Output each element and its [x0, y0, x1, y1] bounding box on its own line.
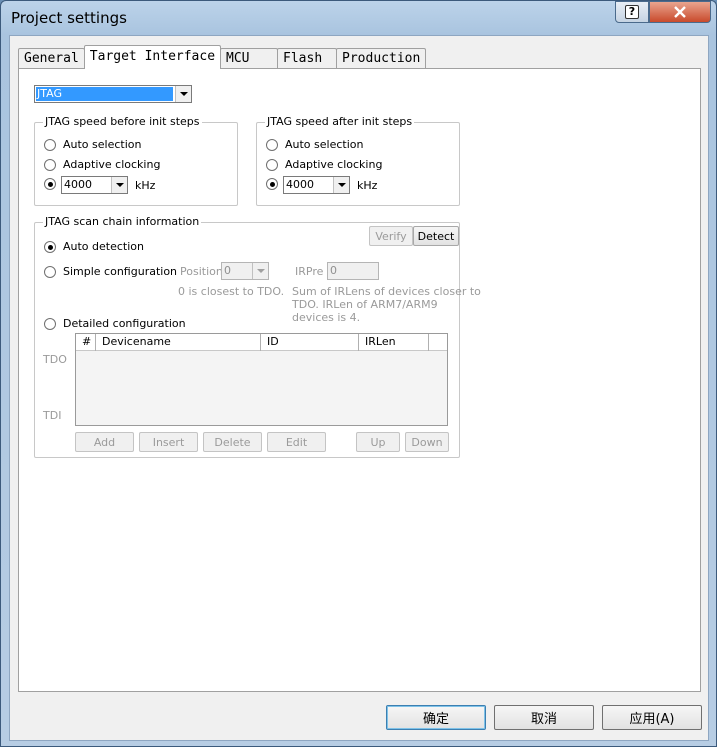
tab-target-interface[interactable]: Target Interface: [83, 45, 222, 69]
irpre-hint-line3: devices is 4.: [292, 311, 361, 324]
radio-indicator: [266, 178, 278, 190]
chevron-down-icon: [111, 177, 127, 193]
speed-after-value: 4000: [286, 178, 314, 191]
radio-indicator: [44, 240, 56, 253]
delete-button[interactable]: Delete: [203, 432, 262, 452]
detailed-configuration-label: Detailed configuration: [63, 317, 186, 330]
device-list-header: # Devicename ID IRLen: [76, 334, 447, 351]
window-title: Project settings: [11, 9, 127, 27]
irpre-hint-line2: TDO. IRLen of ARM7/ARM9: [292, 298, 438, 311]
speed-after-auto-label: Auto selection: [285, 138, 364, 151]
irpre-input[interactable]: 0: [327, 262, 379, 280]
insert-button[interactable]: Insert: [139, 432, 198, 452]
apply-button[interactable]: 应用(A): [602, 705, 702, 730]
interface-select-value: JTAG: [36, 87, 173, 101]
auto-detection-radio[interactable]: Auto detection: [44, 240, 144, 253]
irpre-hint-line1: Sum of IRLens of devices closer to: [292, 285, 481, 298]
column-header-filler: [429, 334, 447, 351]
down-button[interactable]: Down: [405, 432, 449, 452]
column-header-devicename[interactable]: Devicename: [96, 334, 261, 351]
interface-select[interactable]: JTAG: [34, 85, 192, 103]
speed-before-title: JTAG speed before init steps: [43, 115, 202, 128]
scan-chain-title: JTAG scan chain information: [43, 215, 202, 228]
simple-configuration-radio[interactable]: Simple configuration: [44, 265, 177, 278]
dialog-client: General Target Interface MCU Flash Produ…: [9, 35, 709, 741]
scan-chain-group: JTAG scan chain information Verify Detec…: [34, 215, 481, 458]
radio-indicator: [44, 317, 56, 330]
tab-strip: General Target Interface MCU Flash Produ…: [18, 45, 427, 69]
tdi-label: TDI: [43, 409, 62, 422]
radio-indicator: [44, 158, 56, 171]
tab-mcu[interactable]: MCU: [220, 48, 279, 69]
speed-after-unit: kHz: [357, 179, 378, 192]
window-frame: Project settings ? General Target Interf…: [0, 0, 717, 747]
column-header-irlen[interactable]: IRLen: [359, 334, 429, 351]
chevron-down-icon: [252, 263, 268, 279]
position-value: 0: [224, 264, 231, 277]
close-icon: [674, 6, 686, 18]
add-button[interactable]: Add: [75, 432, 134, 452]
speed-after-select[interactable]: 4000: [283, 176, 350, 194]
speed-after-adaptive-radio[interactable]: Adaptive clocking: [266, 158, 382, 171]
speed-before-unit: kHz: [135, 179, 156, 192]
position-select[interactable]: 0: [221, 262, 269, 280]
speed-after-group: JTAG speed after init steps Auto selecti…: [256, 115, 460, 206]
radio-indicator: [266, 158, 278, 171]
help-button[interactable]: ?: [615, 1, 649, 23]
radio-indicator: [44, 265, 56, 278]
cancel-button[interactable]: 取消: [494, 705, 594, 730]
column-header-number[interactable]: #: [76, 334, 96, 351]
speed-after-title: JTAG speed after init steps: [265, 115, 415, 128]
position-hint: 0 is closest to TDO.: [178, 285, 285, 298]
speed-before-auto-label: Auto selection: [63, 138, 142, 151]
simple-configuration-label: Simple configuration: [63, 265, 178, 278]
chevron-down-icon: [333, 177, 349, 193]
speed-before-auto-radio[interactable]: Auto selection: [44, 138, 141, 151]
verify-button[interactable]: Verify: [369, 226, 413, 246]
tab-production[interactable]: Production: [336, 48, 427, 69]
speed-before-value: 4000: [64, 178, 92, 191]
target-interface-panel: JTAG JTAG speed before init steps Auto s…: [18, 68, 701, 692]
tab-flash[interactable]: Flash: [277, 48, 338, 69]
radio-indicator: [44, 138, 56, 151]
column-header-id[interactable]: ID: [261, 334, 359, 351]
detailed-configuration-radio[interactable]: Detailed configuration: [44, 317, 186, 330]
speed-before-adaptive-label: Adaptive clocking: [63, 158, 161, 171]
radio-indicator: [266, 138, 278, 151]
speed-before-adaptive-radio[interactable]: Adaptive clocking: [44, 158, 160, 171]
position-label: Position: [180, 265, 223, 278]
irpre-label: IRPre: [295, 265, 324, 278]
up-button[interactable]: Up: [356, 432, 400, 452]
speed-after-adaptive-label: Adaptive clocking: [285, 158, 383, 171]
chevron-down-icon: [175, 86, 191, 102]
auto-detection-label: Auto detection: [63, 240, 144, 253]
speed-after-auto-radio[interactable]: Auto selection: [266, 138, 363, 151]
tab-general[interactable]: General: [18, 48, 85, 69]
ok-button[interactable]: 确定: [386, 705, 486, 730]
device-list[interactable]: # Devicename ID IRLen: [75, 333, 448, 426]
speed-before-select[interactable]: 4000: [61, 176, 128, 194]
close-button[interactable]: [649, 1, 711, 23]
radio-indicator: [44, 178, 56, 190]
speed-before-group: JTAG speed before init steps Auto select…: [34, 115, 238, 206]
help-icon: ?: [625, 5, 639, 19]
edit-button[interactable]: Edit: [267, 432, 326, 452]
detect-button[interactable]: Detect: [413, 226, 459, 246]
tdo-label: TDO: [43, 353, 67, 366]
